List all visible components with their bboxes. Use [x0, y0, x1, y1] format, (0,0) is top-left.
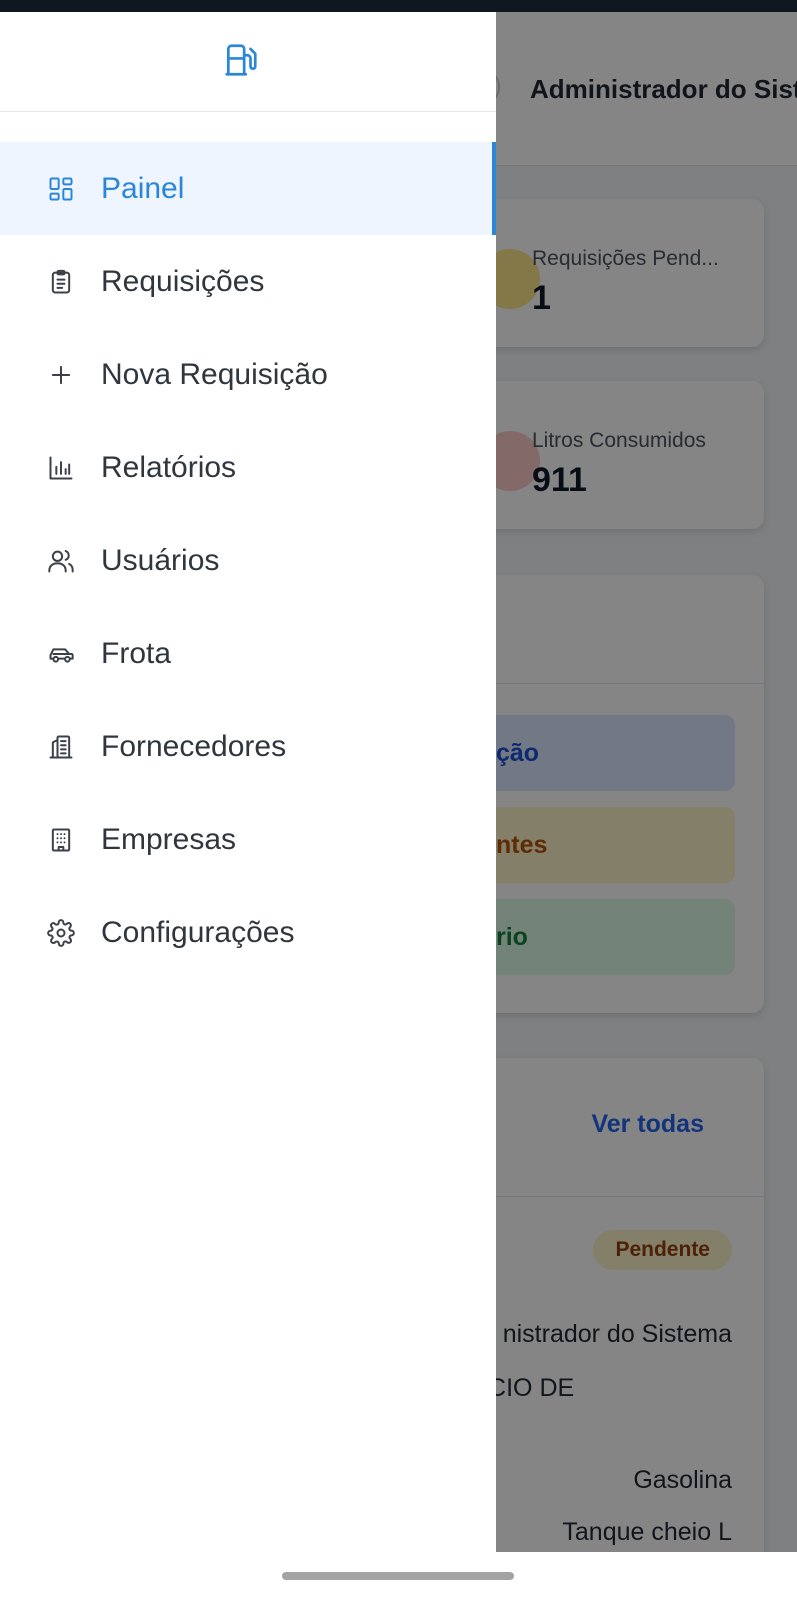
gesture-nav-area [0, 1552, 797, 1600]
nav-item-label: Nova Requisição [101, 357, 328, 391]
nav-item-label: Frota [101, 636, 172, 670]
clipboard-list-icon [46, 267, 76, 297]
nav-item-label: Configurações [101, 915, 295, 949]
plus-icon [46, 360, 76, 390]
nav-item-label: Fornecedores [101, 729, 287, 763]
fuel-pump-icon[interactable] [222, 40, 260, 80]
navigation-drawer: Painel Requisições Nova Requisição Relat… [0, 12, 496, 1552]
nav-item-requisicoes[interactable]: Requisições [0, 235, 496, 328]
nav-item-label: Painel [101, 171, 185, 205]
drawer-header [0, 12, 496, 112]
nav-item-relatorios[interactable]: Relatórios [0, 421, 496, 514]
users-icon [46, 546, 76, 576]
nav-item-frota[interactable]: Frota [0, 607, 496, 700]
nav-item-usuarios[interactable]: Usuários [0, 514, 496, 607]
nav-item-painel[interactable]: Painel [0, 142, 496, 235]
nav-item-nova-requisicao[interactable]: Nova Requisição [0, 328, 496, 421]
bar-chart-icon [46, 453, 76, 483]
status-bar [0, 0, 797, 12]
nav-item-label: Relatórios [101, 450, 237, 484]
dashboard-grid-icon [46, 174, 76, 204]
nav-item-label: Requisições [101, 264, 265, 298]
nav-item-empresas[interactable]: Empresas [0, 793, 496, 886]
building-store-icon [46, 732, 76, 762]
nav-item-label: Empresas [101, 822, 237, 856]
home-gesture-handle[interactable] [282, 1572, 514, 1580]
office-building-icon [46, 825, 76, 855]
car-icon [46, 639, 76, 669]
nav-item-configuracoes[interactable]: Configurações [0, 886, 496, 979]
nav-menu: Painel Requisições Nova Requisição Relat… [0, 142, 496, 979]
gear-icon [46, 918, 76, 948]
nav-item-fornecedores[interactable]: Fornecedores [0, 700, 496, 793]
nav-item-label: Usuários [101, 543, 220, 577]
